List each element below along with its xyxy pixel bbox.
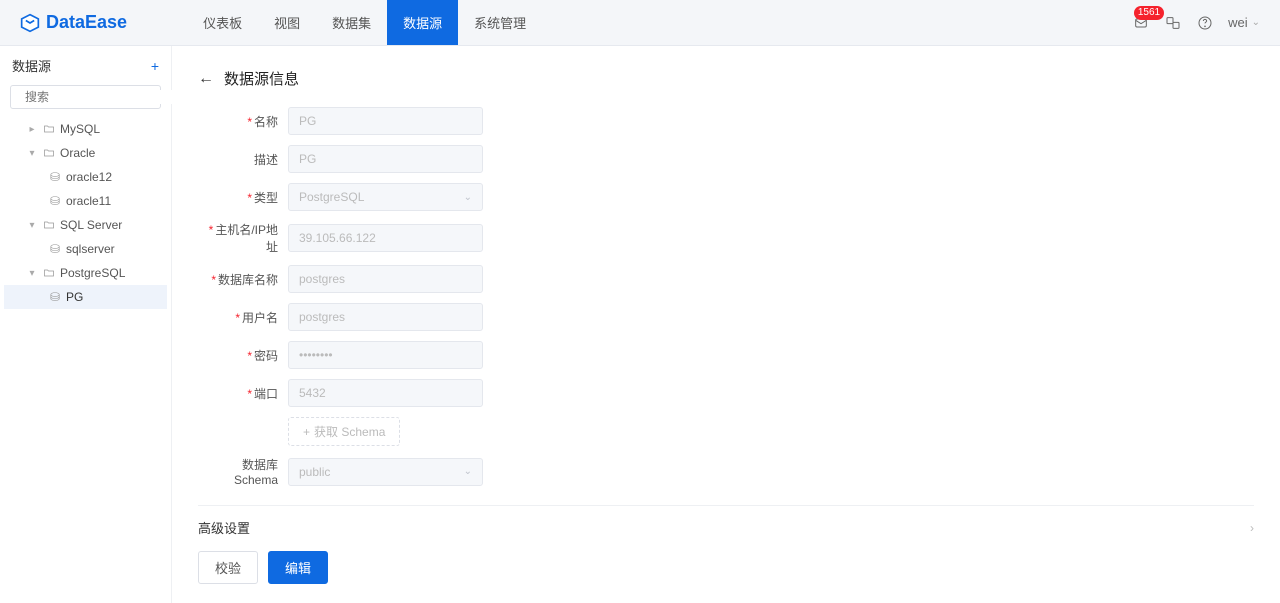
- edit-button[interactable]: 编辑: [268, 551, 328, 584]
- sidebar-title: 数据源: [12, 56, 51, 75]
- folder-icon: [42, 218, 56, 232]
- datasource-icon: ⛁: [48, 242, 62, 256]
- tree-ds-oracle11[interactable]: ⛁oracle11: [4, 189, 167, 213]
- tree-ds-pg[interactable]: ⛁PG: [4, 285, 167, 309]
- port-input[interactable]: [288, 379, 483, 407]
- tree-folder-postgresql[interactable]: ▾PostgreSQL: [4, 261, 167, 285]
- nav-datasource[interactable]: 数据源: [387, 0, 458, 45]
- tree-ds-sqlserver[interactable]: ⛁sqlserver: [4, 237, 167, 261]
- folder-icon: [42, 122, 56, 136]
- logo[interactable]: DataEase: [20, 12, 127, 33]
- help-icon[interactable]: [1196, 14, 1214, 32]
- schema-select[interactable]: public⌄: [288, 458, 483, 486]
- top-nav: 仪表板 视图 数据集 数据源 系统管理: [187, 0, 542, 45]
- plus-icon: +: [303, 425, 310, 439]
- tree-folder-mysql[interactable]: ▸MySQL: [4, 117, 167, 141]
- chevron-down-icon: ⌄: [464, 466, 472, 477]
- tree-ds-oracle12[interactable]: ⛁oracle12: [4, 165, 167, 189]
- main-content: ← 数据源信息 *名称 描述 *类型PostgreSQL⌄ *主机名/IP地址 …: [172, 46, 1280, 603]
- datasource-form: *名称 描述 *类型PostgreSQL⌄ *主机名/IP地址 *数据库名称 *…: [198, 107, 658, 487]
- nav-dashboard[interactable]: 仪表板: [187, 0, 258, 45]
- nav-view[interactable]: 视图: [258, 0, 316, 45]
- nav-system[interactable]: 系统管理: [458, 0, 542, 45]
- fetch-schema-button[interactable]: +获取 Schema: [288, 417, 400, 446]
- search-field[interactable]: [25, 90, 180, 104]
- user-input[interactable]: [288, 303, 483, 331]
- db-input[interactable]: [288, 265, 483, 293]
- logo-text: DataEase: [46, 12, 127, 33]
- logo-icon: [20, 13, 40, 33]
- chevron-right-icon: ›: [1250, 521, 1254, 535]
- desc-input[interactable]: [288, 145, 483, 173]
- top-header: DataEase 仪表板 视图 数据集 数据源 系统管理 1561 wei ⌄: [0, 0, 1280, 46]
- datasource-icon: ⛁: [48, 290, 62, 304]
- advanced-settings-toggle[interactable]: 高级设置 ›: [198, 505, 1254, 537]
- chevron-down-icon: ⌄: [464, 192, 472, 203]
- type-select[interactable]: PostgreSQL⌄: [288, 183, 483, 211]
- search-input[interactable]: [10, 85, 161, 109]
- page-title: 数据源信息: [224, 68, 299, 89]
- user-name: wei: [1228, 15, 1248, 30]
- language-icon[interactable]: [1164, 14, 1182, 32]
- notifications-icon[interactable]: 1561: [1132, 14, 1150, 32]
- tree-folder-sqlserver[interactable]: ▾SQL Server: [4, 213, 167, 237]
- badge-count: 1561: [1134, 6, 1164, 20]
- datasource-icon: ⛁: [48, 194, 62, 208]
- sidebar: 数据源 + ▸MySQL ▾Oracle ⛁oracle12 ⛁oracle11…: [0, 46, 172, 603]
- host-input[interactable]: [288, 224, 483, 252]
- folder-icon: [42, 146, 56, 160]
- folder-icon: [42, 266, 56, 280]
- password-input[interactable]: [288, 341, 483, 369]
- add-datasource-button[interactable]: +: [151, 58, 159, 74]
- datasource-tree: ▸MySQL ▾Oracle ⛁oracle12 ⛁oracle11 ▾SQL …: [0, 117, 171, 309]
- verify-button[interactable]: 校验: [198, 551, 258, 584]
- tree-folder-oracle[interactable]: ▾Oracle: [4, 141, 167, 165]
- user-menu[interactable]: wei ⌄: [1228, 15, 1260, 30]
- back-button[interactable]: ←: [198, 70, 214, 88]
- nav-dataset[interactable]: 数据集: [316, 0, 387, 45]
- chevron-down-icon: ⌄: [1252, 17, 1260, 28]
- datasource-icon: ⛁: [48, 170, 62, 184]
- name-input[interactable]: [288, 107, 483, 135]
